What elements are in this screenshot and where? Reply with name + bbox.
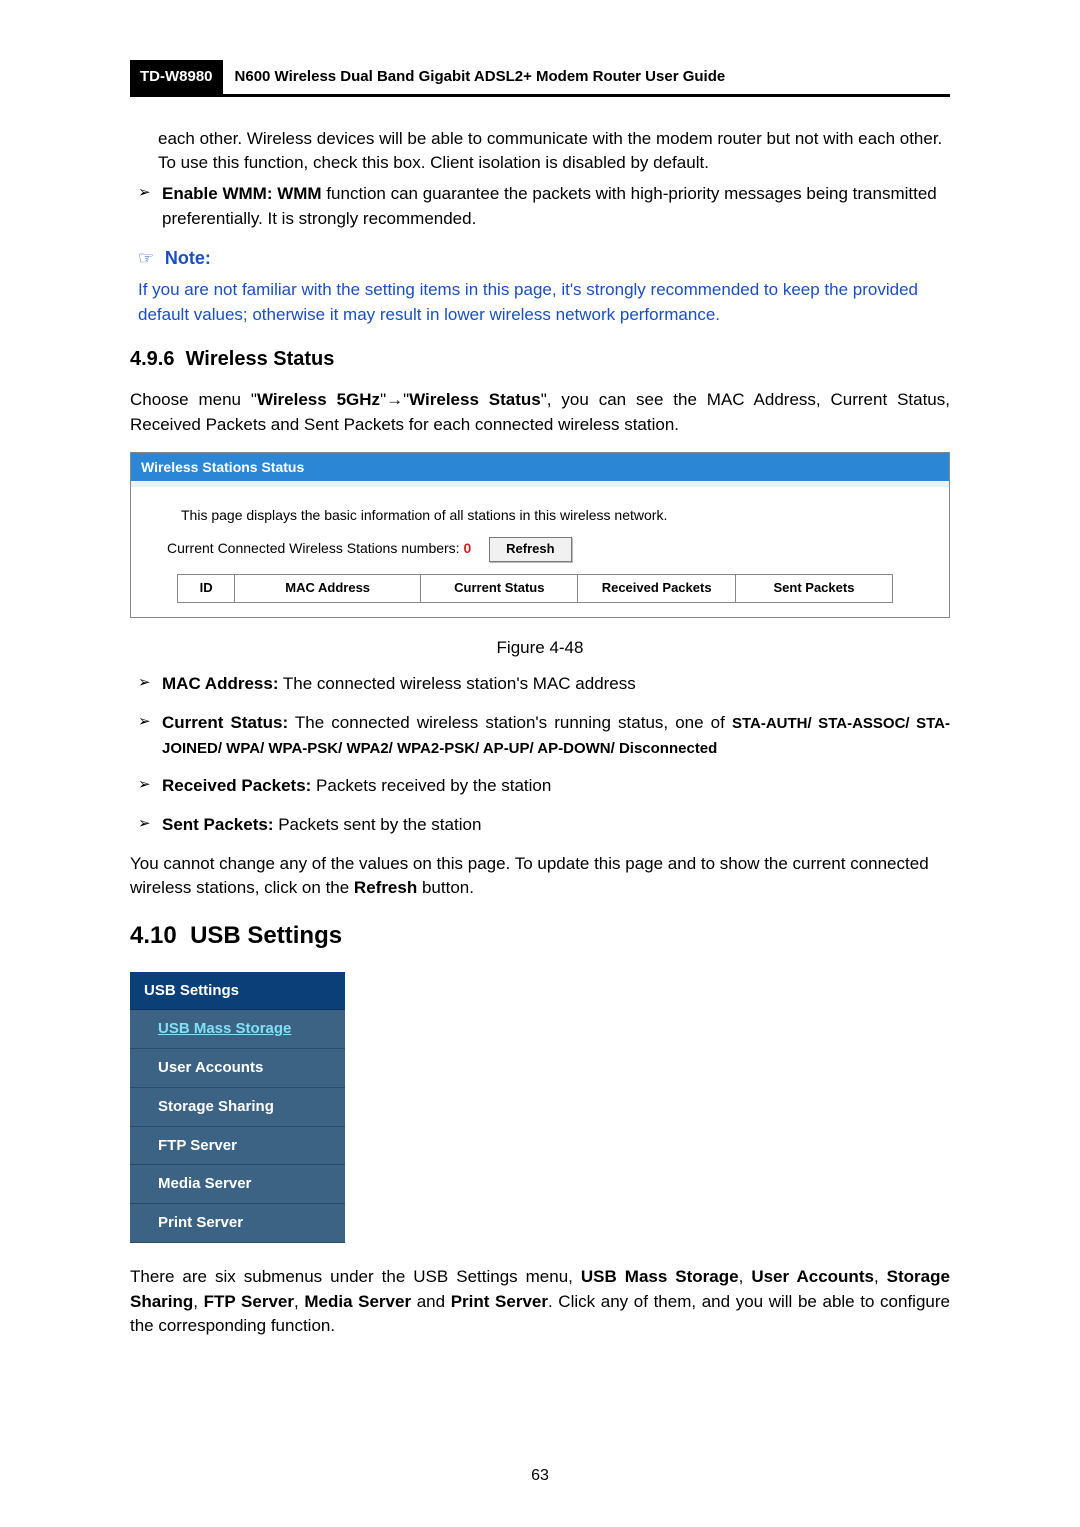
menu-item-usb-mass-storage[interactable]: USB Mass Storage [130, 1010, 345, 1049]
intro-paragraph: each other. Wireless devices will be abl… [158, 127, 950, 176]
bullet-mac-address: ➢ MAC Address: The connected wireless st… [138, 672, 950, 697]
subsection-title: Wireless Status [186, 348, 335, 370]
col-sent: Sent Packets [735, 574, 892, 602]
bullet-arrow-icon: ➢ [138, 774, 162, 799]
bullet-received-packets: ➢ Received Packets: Packets received by … [138, 774, 950, 799]
refresh-button[interactable]: Refresh [489, 537, 571, 562]
status-panel-title: Wireless Stations Status [131, 453, 949, 481]
section-title: USB Settings [190, 922, 342, 949]
refresh-pre: You cannot change any of the values on t… [130, 854, 929, 898]
bullet-enable-wmm: ➢ Enable WMM: WMM function can guarantee… [138, 182, 950, 231]
status-panel-body: This page displays the basic information… [131, 487, 949, 617]
guide-title: N600 Wireless Dual Band Gigabit ADSL2+ M… [223, 60, 726, 94]
sub-b4: FTP Server [204, 1292, 294, 1311]
status-description: This page displays the basic information… [181, 505, 913, 525]
bullet-sent-packets: ➢ Sent Packets: Packets sent by the stat… [138, 813, 950, 838]
sub-pre: There are six submenus under the USB Set… [130, 1267, 581, 1286]
bullet-text: Enable WMM: WMM function can guarantee t… [162, 182, 950, 231]
col-id: ID [178, 574, 235, 602]
sub-s5: and [411, 1292, 451, 1311]
note-body: If you are not familiar with the setting… [138, 278, 950, 327]
sub-s4: , [294, 1292, 304, 1311]
wireless-status-panel: Wireless Stations Status This page displ… [130, 452, 950, 618]
choose-pre: Choose menu " [130, 390, 257, 409]
sub-b2: User Accounts [751, 1267, 874, 1286]
usb-settings-menu: USB Settings USB Mass Storage User Accou… [130, 972, 345, 1243]
note-block: ☞ Note: If you are not familiar with the… [138, 245, 950, 327]
refresh-post: button. [417, 878, 474, 897]
bullet-arrow-icon: ➢ [138, 813, 162, 838]
submenus-paragraph: There are six submenus under the USB Set… [130, 1265, 950, 1339]
bullet-text: Sent Packets: Packets sent by the statio… [162, 813, 950, 838]
desc: The connected wireless station's MAC add… [279, 674, 636, 693]
desc: Packets received by the station [311, 776, 551, 795]
menu-item-print-server[interactable]: Print Server [130, 1204, 345, 1243]
bullet-arrow-icon: ➢ [138, 672, 162, 697]
bullet-text: MAC Address: The connected wireless stat… [162, 672, 950, 697]
choose-b1: Wireless 5GHz [257, 390, 380, 409]
model-label: TD-W8980 [130, 60, 223, 94]
note-icon: ☞ [138, 248, 154, 268]
col-mac: MAC Address [235, 574, 421, 602]
col-current-status: Current Status [421, 574, 578, 602]
stations-table: ID MAC Address Current Status Received P… [177, 574, 893, 603]
sub-b1: USB Mass Storage [581, 1267, 739, 1286]
bullet-arrow-icon: ➢ [138, 711, 162, 760]
sub-s1: , [739, 1267, 752, 1286]
table-header-row: ID MAC Address Current Status Received P… [178, 574, 893, 602]
sub-s3: , [193, 1292, 203, 1311]
menu-item-user-accounts[interactable]: User Accounts [130, 1049, 345, 1088]
subsection-heading: 4.9.6 Wireless Status [130, 345, 950, 374]
sub-b5: Media Server [304, 1292, 411, 1311]
status-count-line: Current Connected Wireless Stations numb… [167, 537, 913, 562]
refresh-paragraph: You cannot change any of the values on t… [130, 852, 950, 901]
col-received: Received Packets [578, 574, 735, 602]
bullet-arrow-icon: ➢ [138, 182, 162, 231]
usb-menu-header: USB Settings [130, 972, 345, 1011]
sub-b6: Print Server [451, 1292, 548, 1311]
wmm-label: Enable WMM: WMM [162, 184, 322, 203]
desc: The connected wireless station's running… [288, 713, 732, 732]
menu-item-storage-sharing[interactable]: Storage Sharing [130, 1088, 345, 1127]
section-number: 4.10 [130, 922, 177, 949]
sub-s2: , [874, 1267, 887, 1286]
menu-item-media-server[interactable]: Media Server [130, 1165, 345, 1204]
figure-caption: Figure 4-48 [130, 636, 950, 661]
label: MAC Address: [162, 674, 279, 693]
choose-b2: Wireless Status [409, 390, 541, 409]
refresh-word: Refresh [354, 878, 417, 897]
choose-menu-paragraph: Choose menu "Wireless 5GHz"→"Wireless St… [130, 388, 950, 437]
desc: Packets sent by the station [274, 815, 482, 834]
choose-arrow: "→" [380, 390, 409, 409]
subsection-number: 4.9.6 [130, 348, 174, 370]
bullet-current-status: ➢ Current Status: The connected wireless… [138, 711, 950, 760]
count-pre: Current Connected Wireless Stations numb… [167, 540, 463, 556]
menu-item-ftp-server[interactable]: FTP Server [130, 1127, 345, 1166]
note-label: Note: [165, 248, 211, 268]
document-header: TD-W8980 N600 Wireless Dual Band Gigabit… [130, 60, 950, 97]
bullet-text: Received Packets: Packets received by th… [162, 774, 950, 799]
bullet-text: Current Status: The connected wireless s… [162, 711, 950, 760]
section-heading: 4.10 USB Settings [130, 919, 950, 954]
label: Received Packets: [162, 776, 311, 795]
count-number: 0 [463, 540, 471, 556]
label: Current Status: [162, 713, 288, 732]
label: Sent Packets: [162, 815, 274, 834]
page-number: 63 [0, 1464, 1080, 1487]
